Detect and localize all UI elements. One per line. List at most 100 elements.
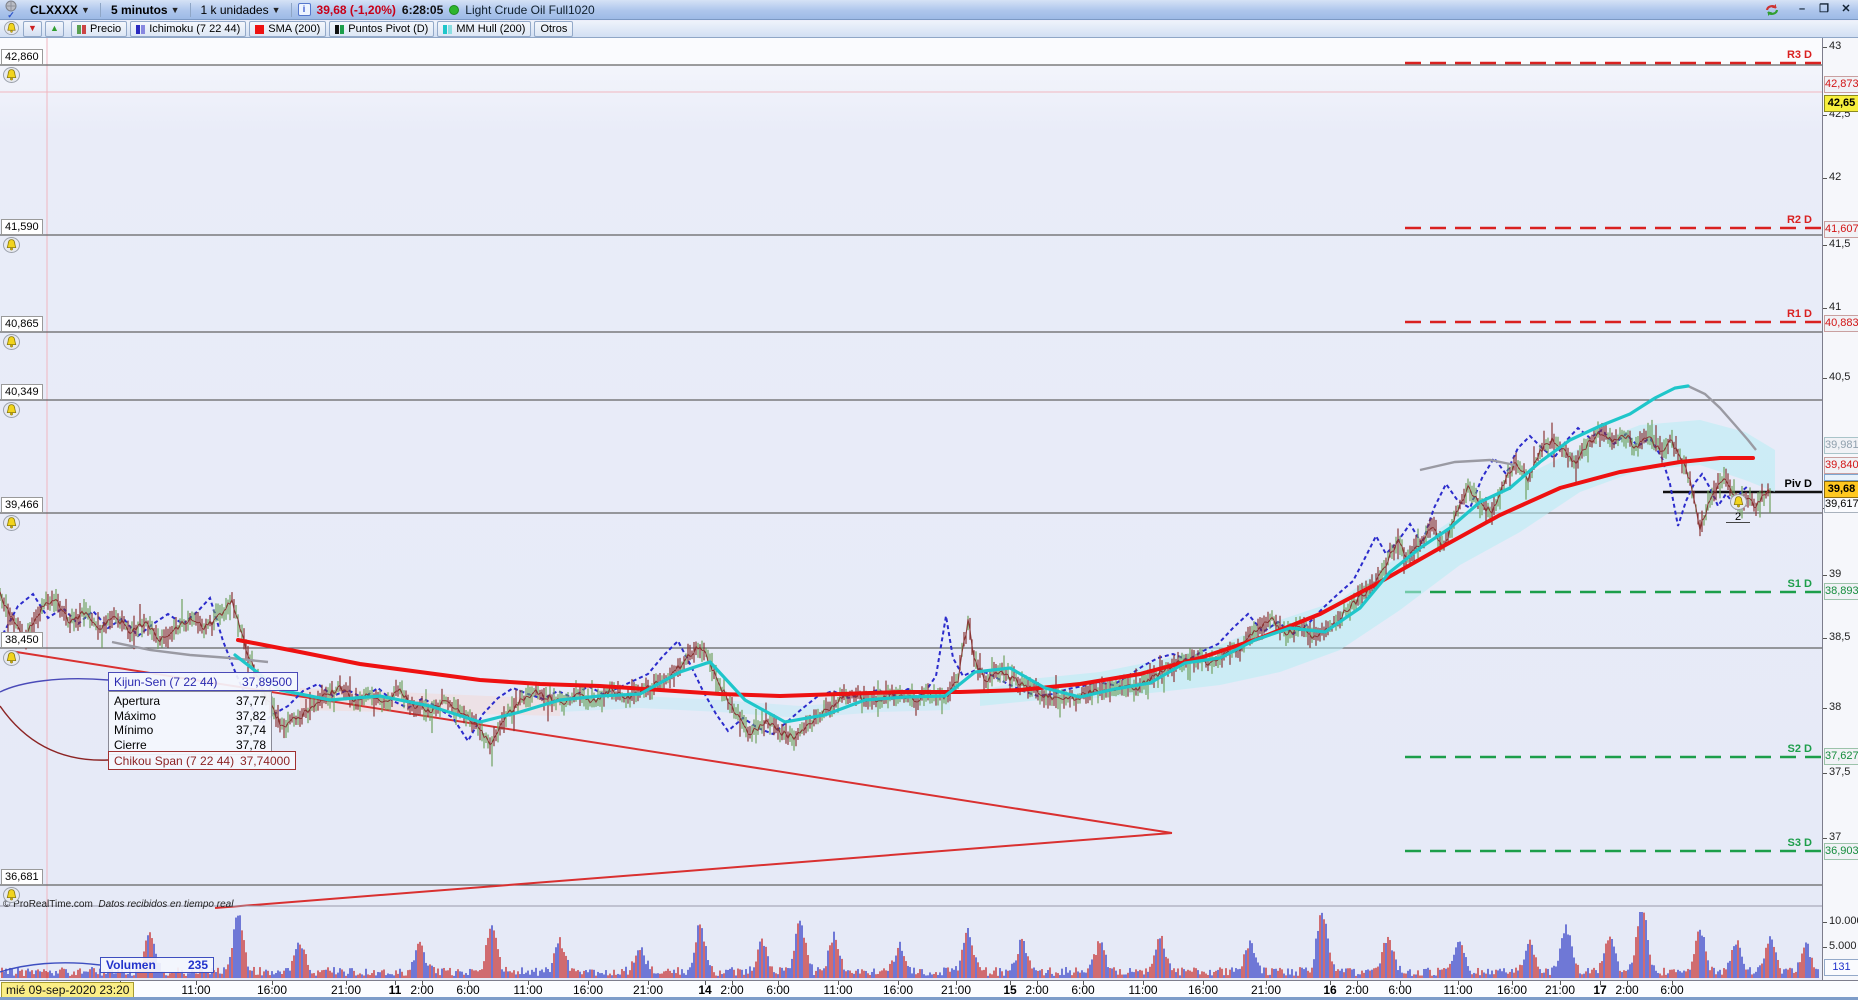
legend-tab-puntos-pivot-d-[interactable]: Puntos Pivot (D) xyxy=(329,21,435,37)
legend-tab-sma-200-[interactable]: SMA (200) xyxy=(249,21,327,37)
legend-tab-label: Puntos Pivot (D) xyxy=(348,23,429,35)
legend-tab-mm-hull-200-[interactable]: MM Hull (200) xyxy=(437,21,532,37)
kijun-name: Kijun-Sen (7 22 44) xyxy=(114,674,218,689)
indicator-legend-bar: ▼ ▲ Precio Ichimoku (7 22 44) SMA (200) Pun… xyxy=(0,20,1858,38)
axis-tick-label: 5.000 xyxy=(1829,940,1857,952)
alert-bell-icon[interactable] xyxy=(3,237,20,256)
level-price-box: 37,627 xyxy=(1824,748,1858,765)
sell-arrow-button[interactable]: ▼ xyxy=(23,21,42,37)
time-tick-label: 16 xyxy=(1323,983,1337,997)
time-tick-label: 16:00 xyxy=(572,983,604,997)
legend-tabs: Precio Ichimoku (7 22 44) SMA (200) Puntos … xyxy=(71,21,574,37)
legend-tab-otros[interactable]: Otros xyxy=(534,21,574,37)
axis-tick-label: 42 xyxy=(1829,171,1842,183)
time-tick-label: 21:00 xyxy=(632,983,664,997)
time-tick-label: 16:00 xyxy=(882,983,914,997)
time-tick-label: 16:00 xyxy=(1187,983,1219,997)
alerts-bell-button[interactable] xyxy=(2,20,20,38)
last-price-box: 39,68 xyxy=(1824,481,1858,498)
hull-icon xyxy=(443,24,453,34)
level-price-box: 40,883 xyxy=(1824,315,1858,332)
pivot-label-r3-d: R3 D xyxy=(1786,49,1812,61)
info-icon[interactable]: i xyxy=(297,3,311,16)
alert-bell-icon[interactable] xyxy=(3,515,20,534)
kijun-value: 37,89500 xyxy=(241,674,292,689)
last-price: 39,68 (-1,20%) xyxy=(316,2,396,17)
alert-bell-icon[interactable] xyxy=(3,650,20,669)
volume-name: Volumen xyxy=(106,958,156,972)
restore-button[interactable]: ❐ xyxy=(1816,3,1832,17)
copyright-note: © ProRealTime.com Datos recibidos en tie… xyxy=(3,899,234,910)
time-tick-label: 11:00 xyxy=(1128,983,1158,997)
ohlc-key: Apertura xyxy=(114,694,161,709)
alert-price-label[interactable]: 36,681 xyxy=(1,869,43,885)
sma-icon xyxy=(255,24,265,34)
workspace-icon[interactable]: ✓ xyxy=(2,0,20,20)
time-axis[interactable]: 6:00 11:00 16:00 21:00 11 2:00 6:00 11:00 16:00 2… xyxy=(0,980,1858,998)
pivot-label-s3-d: S3 D xyxy=(1787,837,1812,849)
level-price-box: 131 xyxy=(1824,959,1858,976)
alert-bell-icon[interactable] xyxy=(3,334,20,353)
legend-tab-label: SMA (200) xyxy=(268,23,321,35)
alert-price-label[interactable]: 39,466 xyxy=(1,497,43,513)
axis-tick-label: 38 xyxy=(1829,701,1842,713)
chevron-down-icon: ▼ xyxy=(271,4,281,15)
alert-bell-icon[interactable] xyxy=(3,67,20,86)
main-toolbar: ✓ CLXXXX ▼ 5 minutos ▼ 1 k unidades ▼ i 39,… xyxy=(0,0,1858,20)
chevron-down-icon: ▼ xyxy=(81,4,90,15)
time-tick-label: 6:00 xyxy=(766,983,790,997)
time-tick-label: 11:00 xyxy=(513,983,543,997)
alert-price-label[interactable]: 40,349 xyxy=(1,384,43,400)
alert-bell-icon[interactable] xyxy=(3,887,20,906)
time-tick-label: 11 xyxy=(388,983,402,997)
check-icon: ✓ xyxy=(7,10,15,20)
sync-icon[interactable] xyxy=(1762,3,1782,17)
toolbar-separator xyxy=(189,2,191,17)
alert-price-label[interactable]: 40,865 xyxy=(1,316,43,332)
pivot-icon xyxy=(335,24,345,34)
buy-arrow-button[interactable]: ▲ xyxy=(45,21,64,37)
alert-price-label[interactable]: 38,450 xyxy=(1,632,43,648)
toolbar-separator xyxy=(290,2,292,17)
pivot-label-s2-d: S2 D xyxy=(1787,743,1812,755)
close-button[interactable]: ✕ xyxy=(1838,3,1854,17)
time-tick-label: 21:00 xyxy=(1250,983,1282,997)
ohlc-value: 37,74 xyxy=(235,723,266,738)
legend-tab-label: Ichimoku (7 22 44) xyxy=(149,23,241,35)
legend-tab-ichimoku-7-22-44-[interactable]: Ichimoku (7 22 44) xyxy=(130,21,247,37)
axis-tick-label: 40,5 xyxy=(1829,371,1851,383)
time-tick-label: 14 xyxy=(698,983,712,997)
alert-bell-icon[interactable] xyxy=(3,402,20,421)
instrument-name: Light Crude Oil Full1020 xyxy=(465,2,595,17)
legend-tab-label: Otros xyxy=(540,23,568,35)
price-chart-canvas[interactable] xyxy=(0,0,1858,1000)
time-tick-label: 16:00 xyxy=(1496,983,1528,997)
level-price-box: 42,65 xyxy=(1824,95,1858,112)
time-tick-label: 11:00 xyxy=(181,983,211,997)
alert-price-label[interactable]: 42,860 xyxy=(1,49,43,65)
volume-tooltip: Volumen 235 xyxy=(100,957,214,973)
time-tick-label: 21:00 xyxy=(940,983,972,997)
time-tick-label: 6:00 xyxy=(456,983,480,997)
pivot-label-r1-d: R1 D xyxy=(1786,308,1812,320)
time-tick-label: 17 xyxy=(1593,983,1607,997)
symbol-dropdown[interactable]: CLXXXX ▼ xyxy=(26,2,94,18)
time-tick-label: 21:00 xyxy=(330,983,362,997)
level-price-box: 41,607 xyxy=(1824,221,1858,238)
legend-tab-precio[interactable]: Precio xyxy=(71,21,128,37)
chevron-down-icon: ▼ xyxy=(170,4,180,15)
minimize-button[interactable]: – xyxy=(1794,3,1810,17)
level-price-box: 36,903 xyxy=(1824,843,1858,860)
candles-icon xyxy=(77,24,86,34)
axis-tick-label: 38,5 xyxy=(1829,631,1851,643)
pivot-label-piv-d: Piv D xyxy=(1784,478,1812,490)
axis-tick-label: 41,5 xyxy=(1829,238,1851,250)
triggered-alert-bell[interactable]: 2 xyxy=(1726,494,1750,523)
chikou-tooltip: Chikou Span (7 22 44) 37,74000 xyxy=(108,751,296,770)
volume-value: 235 xyxy=(187,958,208,972)
timeframe-dropdown[interactable]: 5 minutos ▼ xyxy=(107,2,184,18)
alert-price-label[interactable]: 41,590 xyxy=(1,219,43,235)
units-dropdown[interactable]: 1 k unidades ▼ xyxy=(197,2,285,18)
axis-tick-label: 41 xyxy=(1829,301,1842,313)
time-tick-label: 6:00 xyxy=(1388,983,1412,997)
